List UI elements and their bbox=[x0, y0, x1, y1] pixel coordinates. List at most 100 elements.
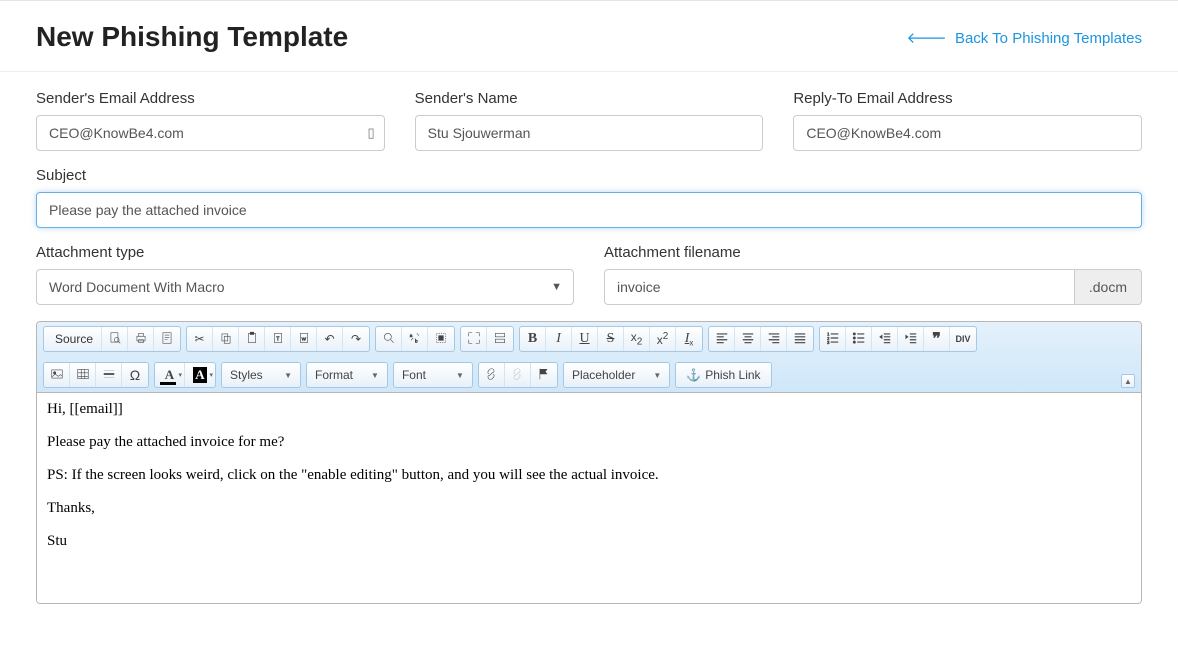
find-button[interactable] bbox=[376, 327, 402, 351]
expand-icon bbox=[467, 331, 481, 348]
editor-paragraph: PS: If the screen looks weird, click on … bbox=[47, 467, 1131, 484]
strike-button[interactable]: S bbox=[598, 327, 624, 351]
subject-input[interactable] bbox=[36, 192, 1142, 228]
select-all-button[interactable] bbox=[428, 327, 454, 351]
image-button[interactable] bbox=[44, 363, 70, 387]
underline-button[interactable]: U bbox=[572, 327, 598, 351]
templates-button[interactable] bbox=[154, 327, 180, 351]
copy-button[interactable] bbox=[213, 327, 239, 351]
table-icon bbox=[76, 367, 90, 384]
subject-label: Subject bbox=[36, 167, 1142, 184]
editor-paragraph: Thanks, bbox=[47, 500, 1131, 517]
align-center-button[interactable] bbox=[735, 327, 761, 351]
reply-to-input[interactable] bbox=[793, 115, 1142, 151]
table-button[interactable] bbox=[70, 363, 96, 387]
svg-text:b: b bbox=[415, 338, 418, 343]
indent-button[interactable] bbox=[898, 327, 924, 351]
align-left-button[interactable] bbox=[709, 327, 735, 351]
attachment-filename-input[interactable] bbox=[604, 269, 1075, 305]
svg-text:T: T bbox=[276, 336, 280, 342]
preview-button[interactable] bbox=[102, 327, 128, 351]
print-icon bbox=[134, 331, 148, 348]
sender-name-input[interactable] bbox=[415, 115, 764, 151]
editor-paragraph: Stu bbox=[47, 533, 1131, 550]
show-blocks-button[interactable] bbox=[487, 327, 513, 351]
subscript-button[interactable]: x2 bbox=[624, 327, 650, 351]
attachment-type-label: Attachment type bbox=[36, 244, 574, 261]
arrow-left-icon: 🡐 bbox=[907, 30, 947, 47]
placeholder-combo[interactable]: Placeholder ▼ bbox=[563, 362, 670, 388]
outdent-button[interactable] bbox=[872, 327, 898, 351]
unlink-button[interactable] bbox=[505, 363, 531, 387]
bullet-list-button[interactable] bbox=[846, 327, 872, 351]
subscript-icon: x2 bbox=[631, 330, 643, 347]
chevron-down-icon: ▼ bbox=[371, 371, 379, 380]
maximize-button[interactable] bbox=[461, 327, 487, 351]
svg-text:a: a bbox=[409, 332, 412, 337]
underline-icon: U bbox=[579, 331, 589, 347]
undo-button[interactable]: ↶ bbox=[317, 327, 343, 351]
attachment-extension-label: .docm bbox=[1075, 269, 1142, 305]
editor-toolbar: Source ✂ T W ↶ ↷ ab bbox=[37, 322, 1141, 393]
blocks-icon bbox=[493, 331, 507, 348]
text-color-icon: A bbox=[165, 367, 174, 383]
chevron-down-icon: ▾ bbox=[178, 371, 182, 379]
scissors-icon: ✂ bbox=[195, 332, 205, 346]
indent-icon bbox=[904, 331, 918, 348]
editor-paragraph: Please pay the attached invoice for me? bbox=[47, 434, 1131, 451]
flag-icon bbox=[537, 367, 551, 384]
bg-color-icon: A bbox=[193, 367, 206, 383]
remove-format-button[interactable]: Ix bbox=[676, 327, 702, 351]
sender-email-input[interactable] bbox=[36, 115, 385, 151]
horizontal-rule-button[interactable] bbox=[96, 363, 122, 387]
superscript-button[interactable]: x2 bbox=[650, 327, 676, 351]
redo-icon: ↷ bbox=[351, 332, 361, 346]
omega-icon: Ω bbox=[130, 367, 140, 383]
anchor-button[interactable] bbox=[531, 363, 557, 387]
div-container-button[interactable]: DIV bbox=[950, 327, 976, 351]
bg-color-button[interactable]: A ▾ bbox=[185, 363, 215, 387]
redo-button[interactable]: ↷ bbox=[343, 327, 369, 351]
attachment-type-select[interactable] bbox=[36, 269, 574, 305]
paste-text-button[interactable]: T bbox=[265, 327, 291, 351]
numbered-list-button[interactable]: 123 bbox=[820, 327, 846, 351]
align-justify-button[interactable] bbox=[787, 327, 813, 351]
editor-paragraph: Hi, [[email]] bbox=[47, 401, 1131, 418]
align-right-button[interactable] bbox=[761, 327, 787, 351]
chevron-down-icon: ▾ bbox=[209, 371, 213, 379]
paste-word-button[interactable]: W bbox=[291, 327, 317, 351]
toolbar-collapse-button[interactable]: ▲ bbox=[1121, 374, 1135, 388]
source-button[interactable]: Source bbox=[44, 327, 102, 351]
copy-icon bbox=[219, 331, 233, 348]
reply-to-label: Reply-To Email Address bbox=[793, 90, 1142, 107]
print-button[interactable] bbox=[128, 327, 154, 351]
div-icon: DIV bbox=[956, 334, 971, 344]
paste-button[interactable] bbox=[239, 327, 265, 351]
link-button[interactable] bbox=[479, 363, 505, 387]
outdent-icon bbox=[878, 331, 892, 348]
sender-email-label: Sender's Email Address bbox=[36, 90, 385, 107]
replace-button[interactable]: ab bbox=[402, 327, 428, 351]
blockquote-button[interactable]: ❞ bbox=[924, 327, 950, 351]
attachment-filename-label: Attachment filename bbox=[604, 244, 1142, 261]
quote-icon: ❞ bbox=[932, 329, 941, 349]
triangle-up-icon: ▲ bbox=[1124, 377, 1132, 386]
back-link-label: Back To Phishing Templates bbox=[955, 30, 1142, 47]
cut-button[interactable]: ✂ bbox=[187, 327, 213, 351]
clipboard-word-icon: W bbox=[297, 331, 311, 348]
editor-body[interactable]: Hi, [[email]] Please pay the attached in… bbox=[37, 393, 1141, 603]
chevron-down-icon: ▼ bbox=[284, 371, 292, 380]
phish-link-button[interactable]: ⚓ Phish Link bbox=[676, 363, 770, 387]
styles-combo[interactable]: Styles ▼ bbox=[221, 362, 301, 388]
bold-button[interactable]: B bbox=[520, 327, 546, 351]
align-left-icon bbox=[715, 331, 729, 348]
special-char-button[interactable]: Ω bbox=[122, 363, 148, 387]
hr-icon bbox=[102, 367, 116, 384]
italic-button[interactable]: I bbox=[546, 327, 572, 351]
format-combo[interactable]: Format ▼ bbox=[306, 362, 388, 388]
anchor-icon: ⚓ bbox=[686, 368, 701, 382]
font-combo[interactable]: Font ▼ bbox=[393, 362, 473, 388]
back-to-templates-link[interactable]: 🡐 Back To Phishing Templates bbox=[907, 28, 1142, 47]
image-icon bbox=[50, 367, 64, 384]
text-color-button[interactable]: A ▾ bbox=[155, 363, 185, 387]
